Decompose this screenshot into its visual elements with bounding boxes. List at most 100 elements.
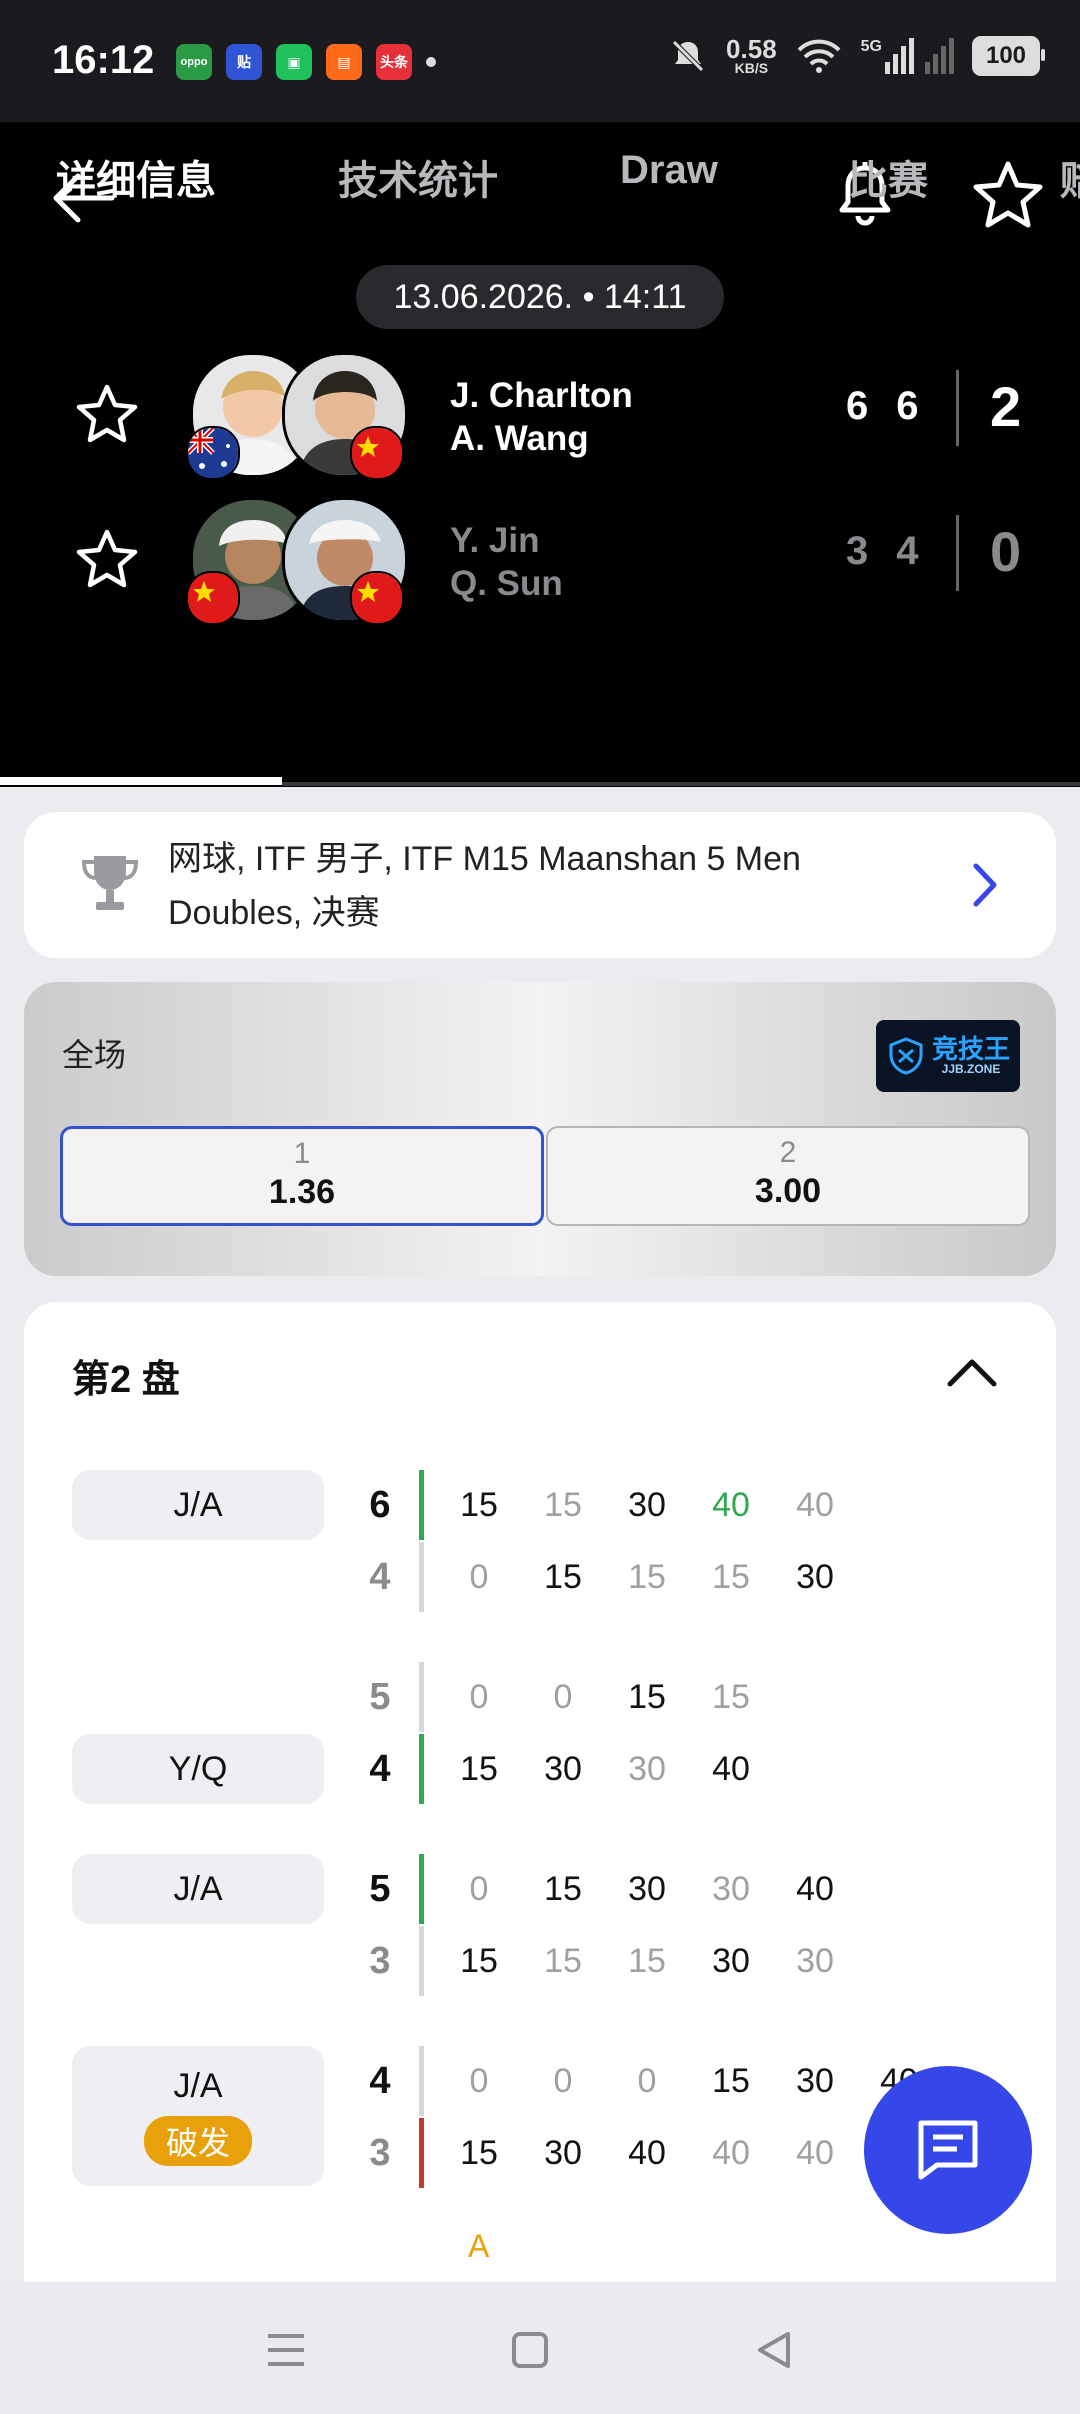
row-divider (419, 1662, 424, 1732)
set-score: 3 (846, 529, 871, 573)
point-score: 0 (553, 1678, 573, 1716)
point-score: 15 (628, 1678, 666, 1716)
china-flag-icon (186, 571, 240, 625)
australia-flag-icon (186, 426, 240, 480)
tab-odds[interactable]: 赔 (1060, 148, 1080, 206)
team-1-names: J. Charlton A. Wang (450, 374, 633, 460)
tab-draw[interactable]: Draw (620, 148, 718, 193)
team-row-1: J. Charlton A. Wang 6 6 2 (0, 352, 1080, 482)
break-badge: 破发 (143, 2115, 252, 2166)
point-score: 40 (712, 1486, 750, 1524)
odds-option-value: 3.00 (754, 1172, 822, 1210)
network-speed: 0.58 KB/S (726, 34, 777, 76)
point-score: 40 (796, 1486, 834, 1524)
point-score: 40 (796, 1870, 834, 1908)
set-score: 4 (896, 529, 921, 573)
mute-icon (672, 40, 704, 72)
chat-icon (918, 2120, 978, 2180)
player-name: Q. Sun (450, 564, 563, 603)
player-name: J. Charlton (450, 376, 633, 415)
team-row-2: Y. Jin Q. Sun 3 4 0 (0, 497, 1080, 627)
mini-program-app-icon: ▣ (276, 44, 312, 80)
score-divider (956, 370, 959, 446)
chevron-right-icon[interactable] (970, 860, 1002, 910)
point-score: 15 (544, 1942, 582, 1980)
server-pill: Y/Q (72, 1734, 324, 1804)
server-pill: J/A (72, 1470, 324, 1540)
point-score: 0 (469, 1870, 489, 1908)
server-pill: J/A (72, 1854, 324, 1924)
favorite-star-icon[interactable] (970, 158, 1046, 234)
odds-option-2[interactable]: 2 3.00 (546, 1126, 1030, 1226)
team-1-total-sets: 2 (990, 375, 1022, 438)
odds-option-1[interactable]: 1 1.36 (60, 1126, 544, 1226)
odds-card: 全场 竞技王 JJB.ZONE 1 1.36 2 3.00 (24, 982, 1056, 1276)
point-score: 0 (469, 1558, 489, 1596)
chevron-up-icon[interactable] (944, 1352, 1000, 1392)
serve-indicator (419, 1734, 424, 1804)
point-score: 0 (469, 1678, 489, 1716)
tab-matches[interactable]: 比赛 (848, 148, 928, 206)
home-icon[interactable] (506, 2326, 554, 2374)
wifi-icon (797, 39, 841, 73)
server-label: J/A (173, 2066, 223, 2105)
odds-market-label: 全场 (62, 1037, 127, 1073)
tab-statistics[interactable]: 技术统计 (338, 148, 498, 206)
shopping-app-icon: ▤ (326, 44, 362, 80)
advantage-marker: A (468, 2228, 490, 2264)
point-score: 40 (712, 2134, 750, 2172)
team-favorite-star-icon[interactable] (74, 382, 140, 448)
odds-option-label: 2 (779, 1136, 797, 1169)
point-score: 15 (544, 1870, 582, 1908)
china-flag-icon (350, 571, 404, 625)
system-icons: 0.58 KB/S 5G 100 (668, 34, 1045, 76)
status-time: 16:12 (52, 38, 155, 82)
point-score: 0 (469, 2062, 489, 2100)
point-score: 30 (712, 1870, 750, 1908)
tournament-card[interactable]: 网球, ITF 男子, ITF M15 Maanshan 5 Men Doubl… (24, 812, 1056, 958)
set-title: 第2 盘 (72, 1359, 180, 1401)
sponsor-shield-icon (889, 1037, 923, 1075)
point-score: 40 (712, 1750, 750, 1788)
point-score: 15 (712, 1678, 750, 1716)
tab-track (282, 782, 1080, 786)
point-score: 40 (628, 2134, 666, 2172)
serve-indicator (419, 1854, 424, 1924)
battery-icon: 100 (972, 36, 1045, 76)
team-favorite-star-icon[interactable] (74, 527, 140, 593)
point-score: 30 (628, 1870, 666, 1908)
point-score: 30 (712, 1942, 750, 1980)
status-bar: 16:12 oppo 贴 ▣ ▤ 头条 0.58 KB/S 5G 100 (0, 0, 1080, 122)
game-score: 4 (369, 2060, 391, 2102)
point-score: 30 (796, 1558, 834, 1596)
game-score: 4 (369, 1556, 391, 1598)
point-score: 15 (628, 1942, 666, 1980)
odds-option-value: 1.36 (268, 1173, 336, 1211)
tab-details[interactable]: 详细信息 (56, 148, 216, 206)
toutiao-app-icon: 头条 (376, 44, 412, 80)
odds-option-label: 1 (293, 1137, 311, 1170)
score-divider (956, 515, 959, 591)
menu-icon[interactable] (262, 2326, 310, 2374)
system-nav-bar (0, 2282, 1080, 2414)
set-score: 6 (846, 384, 871, 428)
game-score: 4 (369, 1748, 391, 1790)
break-indicator (419, 2118, 424, 2188)
point-score: 15 (460, 1486, 498, 1524)
team-2-names: Y. Jin Q. Sun (450, 519, 563, 605)
player-name: Y. Jin (450, 521, 540, 560)
signal-icon: 5G (861, 38, 954, 74)
back-triangle-icon[interactable] (750, 2326, 798, 2374)
point-score: 30 (628, 1486, 666, 1524)
point-score: 40 (796, 2134, 834, 2172)
trophy-icon (81, 856, 139, 910)
point-score: 30 (628, 1750, 666, 1788)
chat-button[interactable] (864, 2066, 1032, 2234)
match-header: 13.06.2026. • 14:11 J. Charlton A. Wang … (0, 122, 1080, 787)
team-1-set-scores: 6 6 (846, 384, 921, 429)
row-divider (419, 1542, 424, 1612)
game-score: 3 (369, 1940, 391, 1982)
point-score: 15 (460, 1750, 498, 1788)
player-name: A. Wang (450, 419, 589, 458)
sponsor-logo[interactable]: 竞技王 JJB.ZONE (876, 1020, 1020, 1092)
